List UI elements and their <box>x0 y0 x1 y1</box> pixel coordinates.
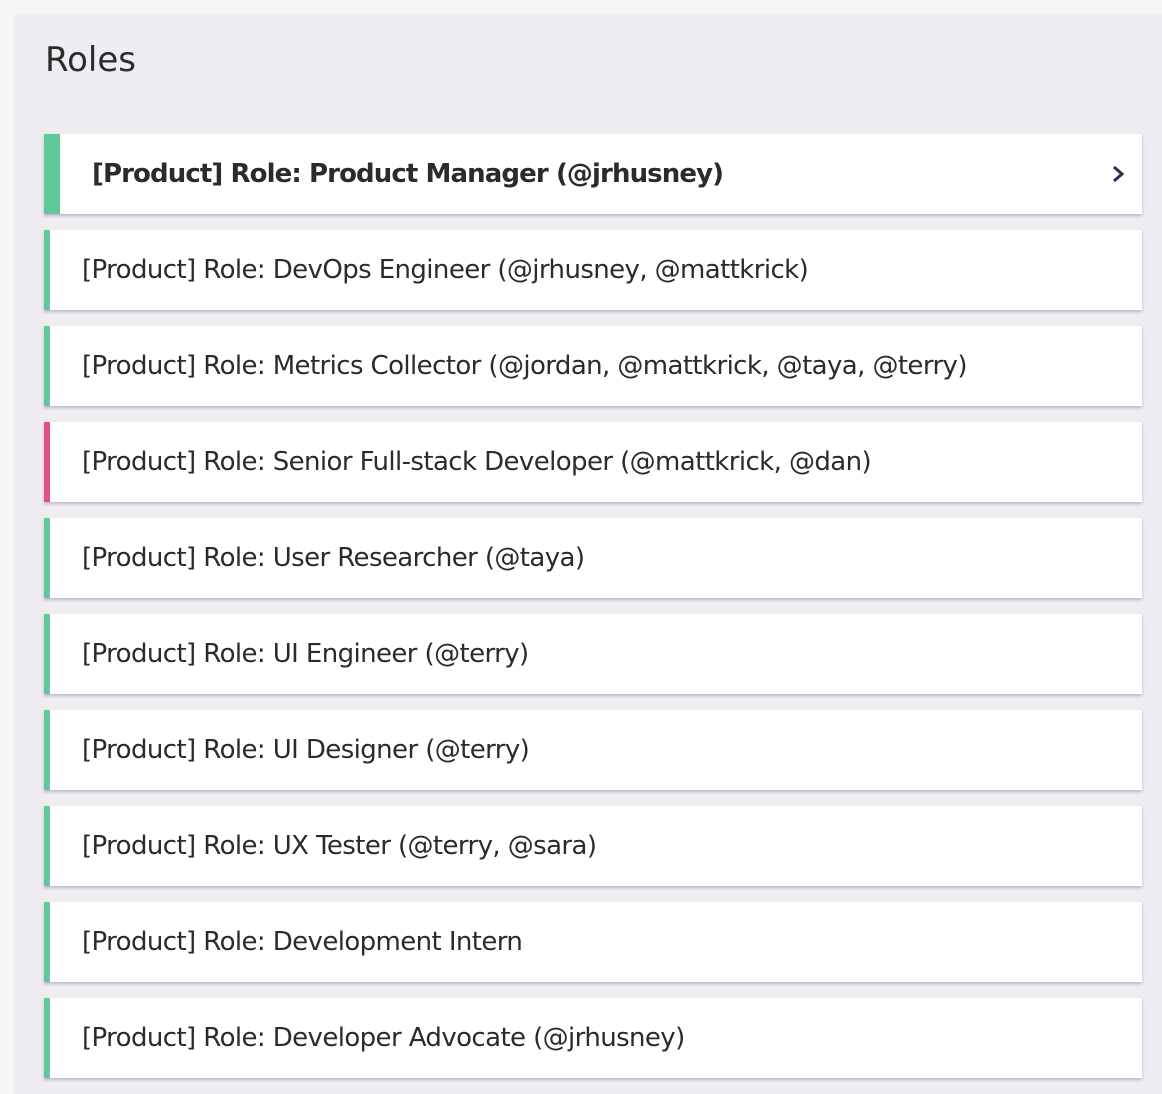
role-label: [Product] Role: User Researcher (@taya) <box>82 543 585 573</box>
role-color-bar <box>44 902 50 982</box>
role-card[interactable]: [Product] Role: DevOps Engineer (@jrhusn… <box>44 230 1142 310</box>
role-color-bar <box>44 614 50 694</box>
role-color-bar <box>44 230 50 310</box>
roles-panel: Roles [Product] Role: Product Manager (@… <box>14 14 1162 1094</box>
role-card[interactable]: [Product] Role: UI Designer (@terry) <box>44 710 1142 790</box>
role-color-bar <box>44 806 50 886</box>
role-color-bar <box>44 710 50 790</box>
chevron-right-icon <box>1113 165 1125 183</box>
role-label: [Product] Role: Product Manager (@jrhusn… <box>92 159 724 189</box>
role-color-bar <box>44 518 50 598</box>
role-label: [Product] Role: UX Tester (@terry, @sara… <box>82 831 597 861</box>
page-title: Roles <box>45 40 136 80</box>
role-color-bar <box>44 998 50 1078</box>
role-card[interactable]: [Product] Role: Metrics Collector (@jord… <box>44 326 1142 406</box>
role-card[interactable]: [Product] Role: UI Engineer (@terry) <box>44 614 1142 694</box>
role-card[interactable]: [Product] Role: User Researcher (@taya) <box>44 518 1142 598</box>
role-label: [Product] Role: Metrics Collector (@jord… <box>82 351 967 381</box>
role-card[interactable]: [Product] Role: Product Manager (@jrhusn… <box>44 134 1142 214</box>
role-label: [Product] Role: DevOps Engineer (@jrhusn… <box>82 255 809 285</box>
role-label: [Product] Role: Senior Full-stack Develo… <box>82 447 872 477</box>
role-color-bar <box>44 134 60 214</box>
role-card[interactable]: [Product] Role: Development Intern <box>44 902 1142 982</box>
role-label: [Product] Role: Developer Advocate (@jrh… <box>82 1023 685 1053</box>
role-color-bar <box>44 422 50 502</box>
role-card[interactable]: [Product] Role: Developer Advocate (@jrh… <box>44 998 1142 1078</box>
role-label: [Product] Role: UI Engineer (@terry) <box>82 639 529 669</box>
role-label: [Product] Role: UI Designer (@terry) <box>82 735 530 765</box>
role-color-bar <box>44 326 50 406</box>
role-label: [Product] Role: Development Intern <box>82 927 523 957</box>
role-card[interactable]: [Product] Role: UX Tester (@terry, @sara… <box>44 806 1142 886</box>
role-card[interactable]: [Product] Role: Senior Full-stack Develo… <box>44 422 1142 502</box>
